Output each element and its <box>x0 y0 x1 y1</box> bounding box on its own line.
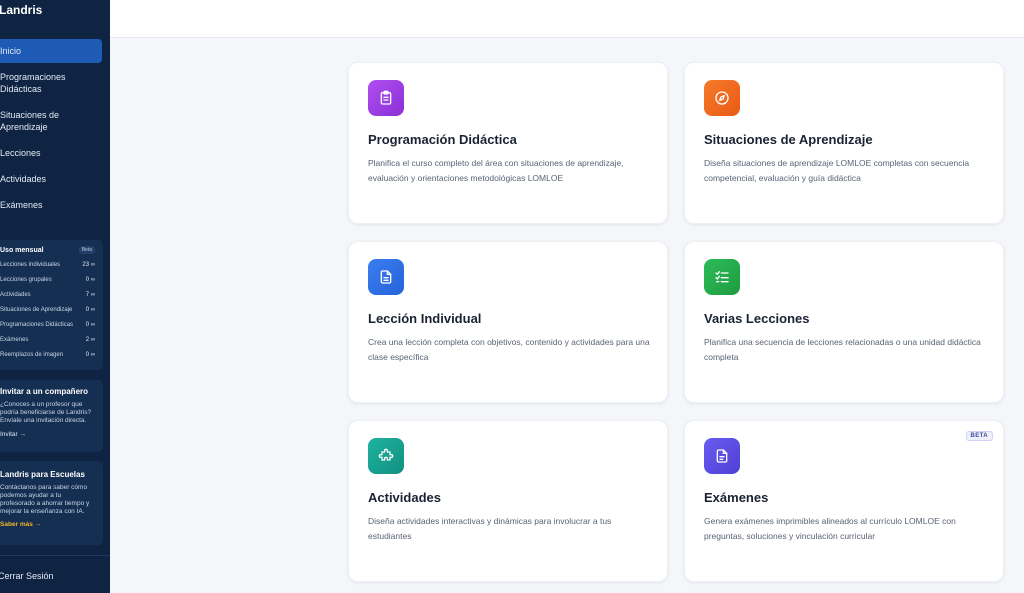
usage-row: Programaciones Didácticas 0 ∞ <box>0 321 95 336</box>
usage-value: 23 ∞ <box>82 262 95 268</box>
usage-label: Situaciones de Aprendizaje <box>0 307 73 313</box>
card-examenes[interactable]: BETA Exámenes Genera exámenes imprimible… <box>684 420 1004 582</box>
card-title: Exámenes <box>704 490 769 505</box>
nav-item-inicio[interactable]: Inicio <box>0 39 102 63</box>
invite-title: Invitar a un compañero <box>0 387 89 396</box>
card-actividades[interactable]: Actividades Diseña actividades interacti… <box>348 420 668 582</box>
usage-label: Programaciones Didácticas <box>0 322 74 328</box>
usage-value: 0 ∞ <box>85 352 95 358</box>
invite-link[interactable]: Invitar → <box>0 431 95 438</box>
card-leccion-individual[interactable]: Lección Individual Crea una lección comp… <box>348 241 668 403</box>
usage-value: 0 ∞ <box>85 277 95 283</box>
logout-button[interactable]: Cerrar Sesión <box>0 571 54 581</box>
card-description: Planifica el curso completo del área con… <box>368 158 624 183</box>
nav-item-lecciones[interactable]: Lecciones <box>0 147 102 159</box>
nav-item-label: Programaciones Didácticas <box>0 72 66 94</box>
usage-label: Reemplazos de imagen <box>0 352 64 358</box>
invite-text: ¿Conoces a un profesor que podría benefi… <box>0 401 92 424</box>
usage-value: 7 ∞ <box>85 292 95 298</box>
card-title: Situaciones de Aprendizaje <box>704 132 873 147</box>
nav-item-programaciones[interactable]: Programaciones Didácticas <box>0 71 72 95</box>
beta-badge: BETA <box>965 431 993 441</box>
exam-document-icon <box>704 438 740 474</box>
usage-value: 0 ∞ <box>85 307 95 313</box>
card-programacion-didactica[interactable]: Programación Didáctica Planifica el curs… <box>348 62 668 224</box>
card-title: Varias Lecciones <box>704 311 810 326</box>
schools-text: Contáctanos para saber cómo podemos ayud… <box>0 484 90 515</box>
card-description: Genera exámenes imprimibles alineados al… <box>704 516 956 541</box>
document-icon <box>368 259 404 295</box>
card-situaciones-aprendizaje[interactable]: Situaciones de Aprendizaje Diseña situac… <box>684 62 1004 224</box>
card-title: Actividades <box>368 490 441 505</box>
usage-row: Exámenes 2 ∞ <box>0 336 95 351</box>
card-description: Crea una lección completa con objetivos,… <box>368 337 650 362</box>
usage-label: Lecciones individuales <box>0 262 61 268</box>
usage-panel: Uso mensual Beta Lecciones individuales 2… <box>0 240 103 370</box>
usage-label: Exámenes <box>0 337 29 343</box>
usage-beta-badge: Beta <box>78 246 95 254</box>
usage-row: Reemplazos de imagen 0 ∞ <box>0 351 95 366</box>
card-varias-lecciones[interactable]: Varias Lecciones Planifica una secuencia… <box>684 241 1004 403</box>
usage-row: Lecciones grupales 0 ∞ <box>0 276 95 291</box>
clipboard-icon <box>368 80 404 116</box>
schools-panel: Landris para Escuelas Contáctanos para s… <box>0 461 103 545</box>
nav-item-label: Actividades <box>0 174 47 184</box>
schools-link[interactable]: Saber más → <box>0 521 95 528</box>
nav-item-label: Exámenes <box>0 200 43 210</box>
nav-item-actividades[interactable]: Actividades <box>0 173 102 185</box>
nav-item-label: Situaciones de Aprendizaje <box>0 110 60 132</box>
nav-item-label: Lecciones <box>0 148 41 158</box>
sidebar: Landris Inicio Programaciones Didácticas… <box>0 0 110 593</box>
invite-panel: Invitar a un compañero ¿Conoces a un pro… <box>0 380 103 452</box>
nav-item-examenes[interactable]: Exámenes <box>0 199 102 211</box>
puzzle-icon <box>368 438 404 474</box>
usage-value: 0 ∞ <box>85 322 95 328</box>
usage-label: Lecciones grupales <box>0 277 52 283</box>
usage-title: Uso mensual <box>0 246 44 254</box>
card-title: Programación Didáctica <box>368 132 517 147</box>
card-description: Diseña actividades interactivas y dinámi… <box>368 516 612 541</box>
checklist-icon <box>704 259 740 295</box>
usage-row: Lecciones individuales 23 ∞ <box>0 261 95 276</box>
card-description: Diseña situaciones de aprendizaje LOMLOE… <box>704 158 970 183</box>
usage-row: Actividades 7 ∞ <box>0 291 95 306</box>
compass-icon <box>704 80 740 116</box>
brand-logo[interactable]: Landris <box>0 3 42 17</box>
card-title: Lección Individual <box>368 311 482 326</box>
usage-label: Actividades <box>0 292 31 298</box>
nav-item-situaciones[interactable]: Situaciones de Aprendizaje <box>0 109 70 133</box>
card-description: Planifica una secuencia de lecciones rel… <box>704 337 981 362</box>
usage-row: Situaciones de Aprendizaje 0 ∞ <box>0 306 95 321</box>
top-bar <box>110 0 1024 38</box>
schools-title: Landris para Escuelas <box>0 470 85 479</box>
usage-value: 2 ∞ <box>85 337 95 343</box>
sidebar-divider <box>0 555 110 556</box>
nav-item-label: Inicio <box>0 46 22 56</box>
